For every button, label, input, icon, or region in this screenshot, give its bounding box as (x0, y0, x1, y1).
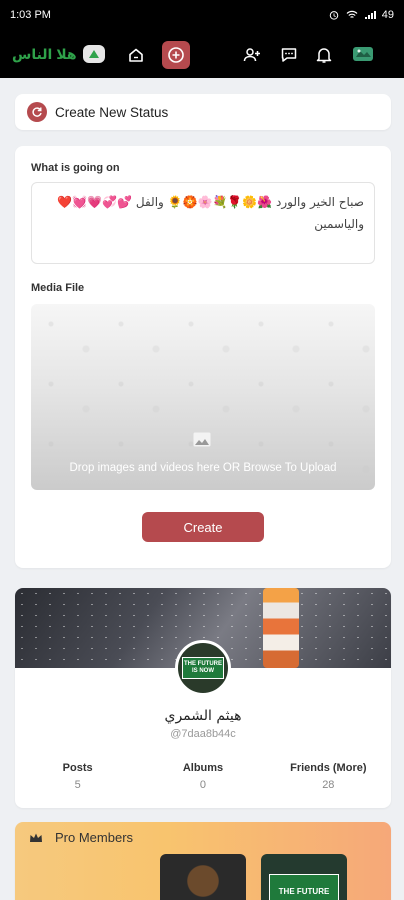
status-text-input[interactable]: صباح الخير والورد 🌺🌼🌹💐🌸🏵️🌻 والفل 💕💞💗💓❤️ … (31, 182, 375, 264)
pro-member-thumb[interactable]: THE FUTURE (261, 854, 347, 900)
media-dropzone[interactable]: Drop images and videos here OR Browse To… (31, 304, 375, 490)
user-avatar[interactable]: THE FUTURE IS NOW (175, 640, 231, 696)
avatar-sign: THE FUTURE IS NOW (182, 657, 224, 679)
pro-members-header: Pro Members (29, 830, 133, 845)
signal-icon (364, 11, 376, 19)
app-logo[interactable]: هلا الناس (12, 45, 105, 63)
logo-badge-icon (82, 45, 105, 63)
bell-icon (316, 48, 332, 63)
stat-albums[interactable]: Albums 0 (140, 762, 265, 791)
crown-icon (30, 833, 42, 842)
stat-value: 0 (199, 779, 207, 791)
stat-posts[interactable]: Posts 5 (15, 762, 140, 791)
page-title: Create New Status (55, 104, 169, 120)
dropzone-text: Drop images and videos here OR Browse To… (69, 462, 337, 474)
image-icon (193, 432, 211, 447)
home-button[interactable] (122, 41, 150, 69)
battery-level: 49 (381, 9, 394, 21)
logo-text: هلا الناس (12, 45, 77, 62)
status-label: What is going on (31, 162, 120, 174)
profile-name[interactable]: هيثم الشمري (15, 708, 391, 724)
plus-circle-icon (168, 47, 184, 63)
messages-button[interactable] (275, 41, 303, 69)
stat-friends[interactable]: Friends (More) 28 (266, 762, 391, 791)
system-status-bar: 1:03 PM 49 (0, 0, 404, 30)
messages-icon (281, 48, 297, 62)
stat-label: Albums (182, 762, 224, 774)
profile-avatar-icon (353, 47, 373, 61)
wifi-icon (346, 10, 358, 18)
profile-avatar[interactable] (350, 41, 376, 67)
profile-card: THE FUTURE IS NOW هيثم الشمري @7daa8b44c… (15, 588, 391, 808)
alarm-icon (329, 11, 338, 20)
stat-label: Posts (62, 762, 93, 774)
pro-member-thumb[interactable] (160, 854, 246, 900)
pro-thumb-sign: THE FUTURE (269, 874, 339, 900)
stat-label: Friends (More) (290, 762, 367, 774)
notifications-button[interactable] (310, 41, 338, 69)
add-user-icon (243, 48, 260, 62)
pro-members-title: Pro Members (55, 830, 134, 845)
refresh-icon (27, 102, 47, 122)
status-icons: 49 (328, 9, 394, 21)
profile-handle: @7daa8b44c (170, 728, 236, 740)
clock: 1:03 PM (10, 9, 51, 21)
add-friend-button[interactable] (238, 41, 266, 69)
app-header: هلا الناس (0, 30, 404, 78)
stat-value: 28 (322, 779, 335, 791)
create-post-button[interactable] (162, 41, 190, 69)
media-label: Media File (31, 282, 85, 294)
create-button[interactable]: Create (142, 512, 264, 542)
pro-members-card: Pro Members THE FUTURE (15, 822, 391, 900)
stat-value: 5 (74, 779, 81, 791)
home-icon (129, 48, 143, 62)
profile-stats: Posts 5 Albums 0 Friends (More) 28 (15, 762, 391, 791)
create-status-form: What is going on صباح الخير والورد 🌺🌼🌹💐🌸… (15, 146, 391, 568)
create-status-header: Create New Status (15, 94, 391, 130)
